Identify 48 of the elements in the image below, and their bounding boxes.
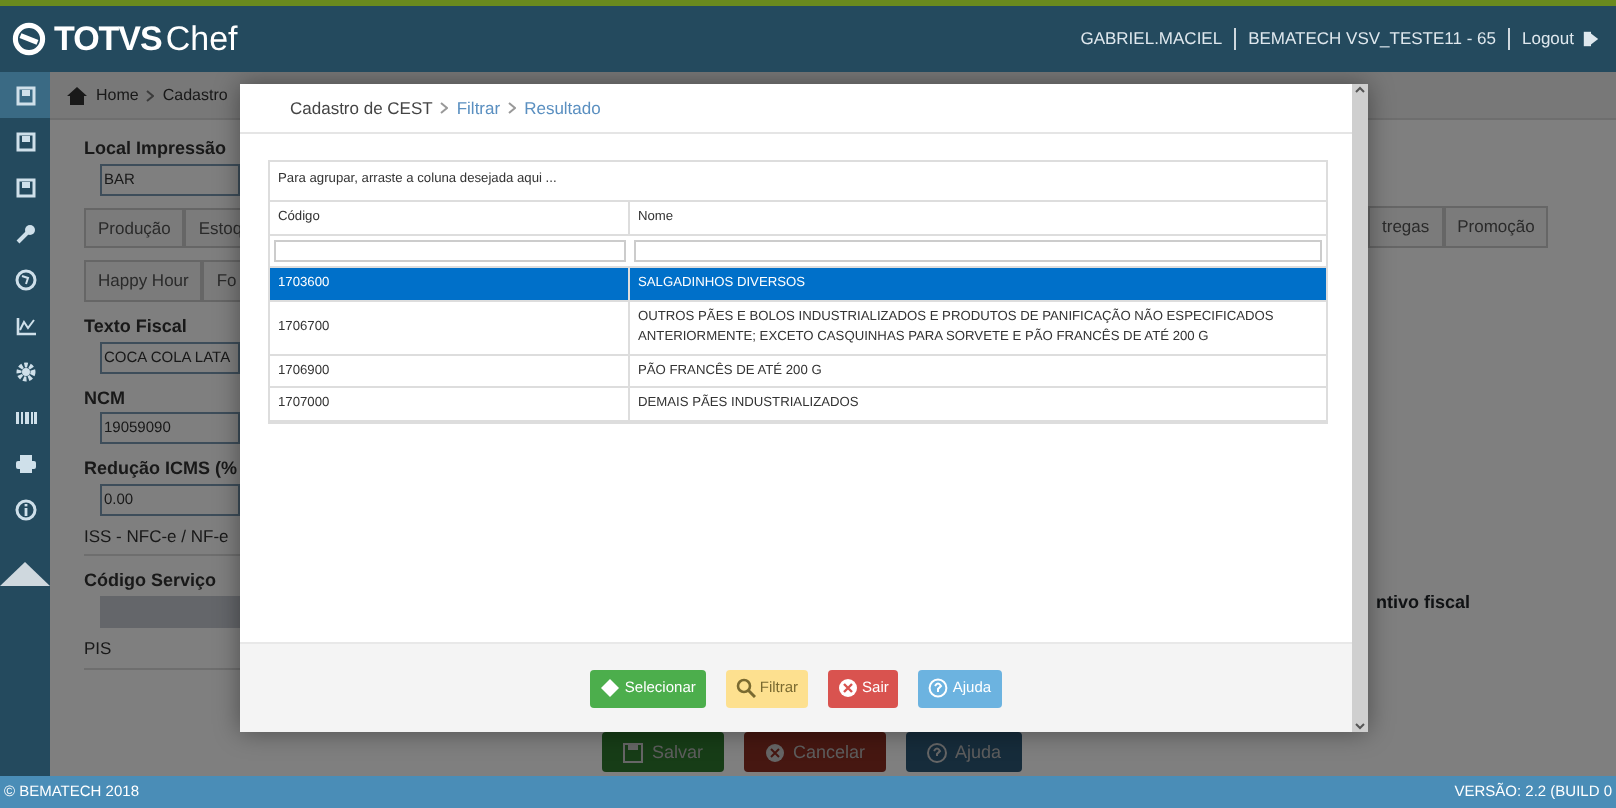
breadcrumb-link[interactable]: Resultado xyxy=(524,95,601,121)
tab[interactable]: Promoção xyxy=(1443,206,1549,248)
logout-link[interactable]: Logout xyxy=(1522,26,1600,52)
user-name: GABRIEL.MACIEL xyxy=(1080,26,1223,52)
gear-icon xyxy=(13,359,37,383)
tab[interactable]: Produção xyxy=(84,207,185,249)
breadcrumb-link[interactable]: Cadastro xyxy=(162,83,228,107)
tab[interactable]: tregas xyxy=(1368,206,1444,248)
cancel-button[interactable]: Cancelar xyxy=(743,732,886,772)
scrollbar[interactable] xyxy=(1352,84,1368,732)
scroll-up-icon[interactable] xyxy=(1354,84,1366,96)
floppy-icon xyxy=(622,741,644,763)
info-icon xyxy=(13,497,37,521)
form-icon xyxy=(13,83,37,107)
sidebar-item[interactable] xyxy=(0,72,50,118)
scroll-down-icon[interactable] xyxy=(1354,720,1366,732)
key-icon xyxy=(13,221,37,245)
chevron-icon xyxy=(440,102,449,114)
field-label: Redução ICMS (% xyxy=(84,456,240,482)
filter-field[interactable] xyxy=(274,239,626,262)
chart-icon xyxy=(13,313,37,337)
tab[interactable]: Happy Hour xyxy=(84,260,203,302)
app-logo: TOTVSChef xyxy=(54,17,238,61)
search-icon xyxy=(735,678,756,698)
collapse-icon[interactable] xyxy=(0,557,50,586)
chevron-icon xyxy=(146,89,155,101)
company-name: BEMATECH VSV_TESTE11 - 65 xyxy=(1248,26,1496,52)
field-label: Texto Fiscal xyxy=(84,314,189,340)
close-icon xyxy=(838,678,859,698)
breadcrumb-current: Cadastro de CEST xyxy=(290,95,433,121)
field-label: Local Impressão xyxy=(84,136,229,162)
breadcrumb-link[interactable]: Filtrar xyxy=(456,95,501,121)
breadcrumb-link[interactable]: Home xyxy=(96,83,139,107)
logout-icon xyxy=(1582,30,1600,48)
form-icon xyxy=(13,129,37,153)
cancel-icon xyxy=(763,741,786,763)
help-button[interactable]: Ajuda xyxy=(905,732,1022,772)
home-icon xyxy=(66,85,88,105)
field-label: ntivo fiscal xyxy=(1374,589,1473,616)
field-label: Código Serviço xyxy=(84,568,219,595)
chevron-icon xyxy=(508,102,517,114)
field-label: NCM xyxy=(84,385,127,411)
form-icon xyxy=(13,175,37,199)
help-icon xyxy=(928,678,949,698)
filter-field[interactable] xyxy=(634,239,1322,262)
help-icon xyxy=(925,741,948,763)
logo-icon xyxy=(12,22,46,56)
diamond-icon xyxy=(600,678,621,698)
